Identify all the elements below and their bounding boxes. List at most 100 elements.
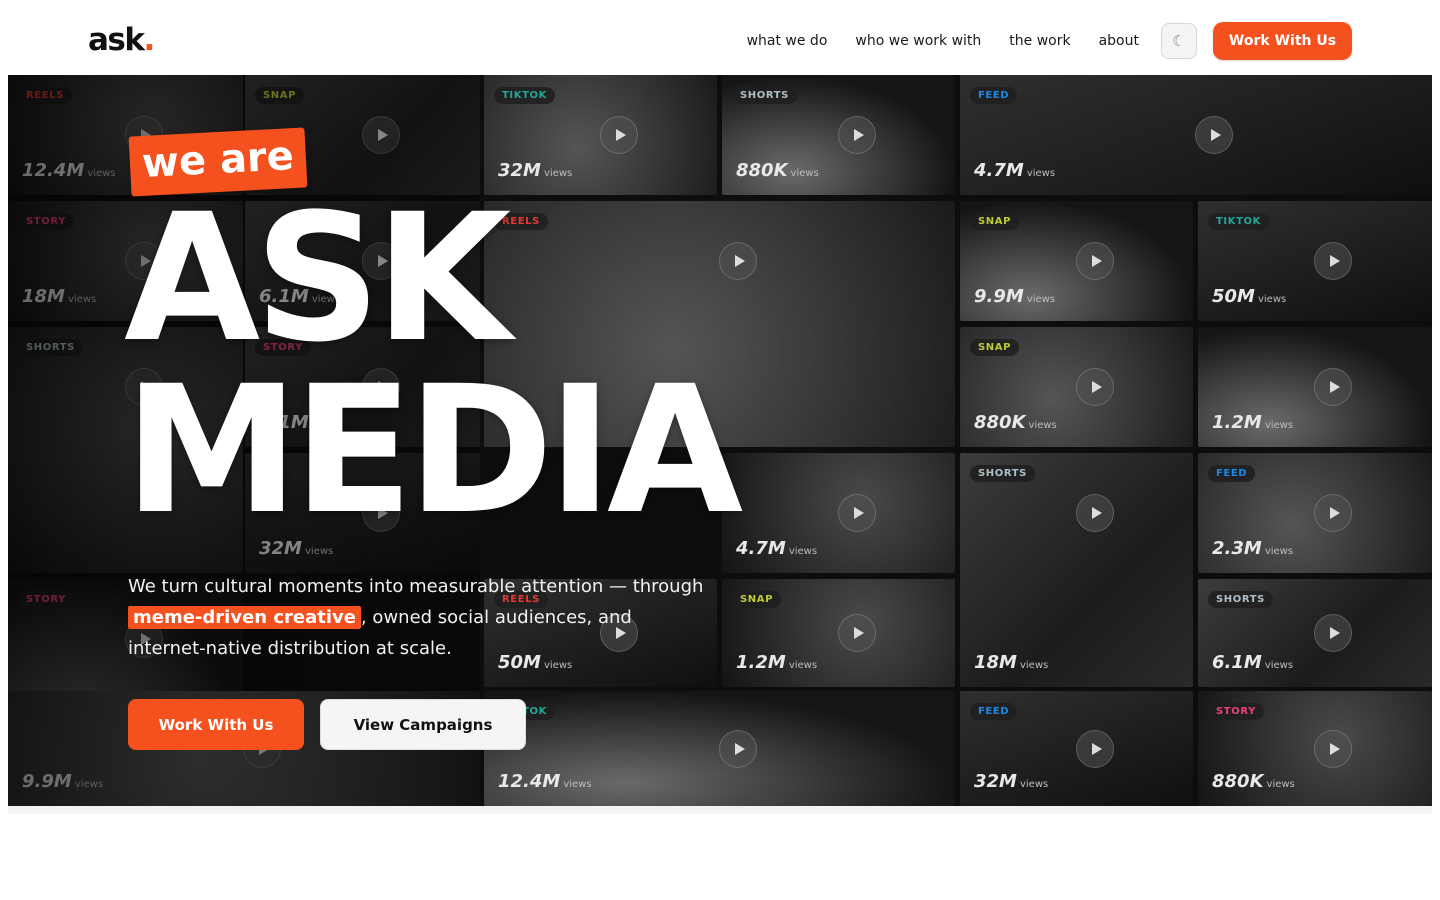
view-count-number: 6.1M: [1212, 652, 1262, 673]
view-count-number: 1.2M: [736, 652, 786, 673]
play-icon[interactable]: [599, 116, 638, 154]
logo-text: ask: [88, 22, 145, 58]
logo-dot: .: [143, 22, 156, 58]
view-count: 1.2M views: [736, 652, 817, 673]
view-count-unit: views: [1257, 294, 1287, 305]
view-count-number: 1.2M: [1212, 412, 1262, 433]
platform-badge: SHORTS: [1208, 591, 1273, 608]
hero-section: REELS 12.4M views SNAP TIKTOK 32M views SHORTS 8…: [8, 75, 1432, 806]
view-campaigns-button[interactable]: View Campaigns: [320, 699, 526, 750]
nav-what-we-do[interactable]: what we do: [747, 33, 828, 49]
view-count-number: 880K: [1212, 771, 1264, 792]
platform-badge: SNAP: [970, 213, 1020, 230]
view-count-number: 12.4M: [22, 160, 85, 181]
play-icon[interactable]: [1314, 614, 1352, 652]
view-count: 1.2M views: [1212, 412, 1293, 433]
logo[interactable]: ask.: [88, 20, 156, 60]
platform-badge: FEED: [970, 87, 1018, 104]
platform-badge: STORY: [18, 213, 74, 230]
view-count-unit: views: [1264, 420, 1294, 431]
platform-badge: SHORTS: [732, 87, 797, 104]
platform-badge: SNAP: [255, 87, 305, 104]
view-count: 18M views: [974, 652, 1048, 673]
video-tile[interactable]: SNAP 9.9M views: [960, 201, 1193, 321]
hero-description: We turn cultural moments into measurable…: [128, 571, 708, 664]
view-count: 50M views: [1212, 286, 1286, 307]
platform-badge: TIKTOK: [1208, 213, 1269, 230]
platform-badge: SHORTS: [18, 339, 83, 356]
play-icon[interactable]: [1075, 729, 1114, 768]
view-count-unit: views: [1266, 779, 1295, 790]
headline-line-1: ASK: [124, 176, 511, 381]
play-icon[interactable]: [837, 116, 876, 154]
view-count-number: 18M: [22, 286, 65, 307]
view-count-unit: views: [1026, 168, 1056, 179]
play-icon[interactable]: [837, 614, 876, 652]
play-icon[interactable]: [1314, 368, 1352, 406]
platform-badge: FEED: [1208, 465, 1256, 482]
view-count-number: 2.3M: [1212, 538, 1262, 559]
play-icon[interactable]: [1075, 368, 1114, 406]
play-icon[interactable]: [837, 494, 876, 532]
description-highlight: meme-driven creative: [128, 606, 361, 629]
view-count: 32M views: [974, 771, 1048, 792]
section-divider: [8, 806, 1432, 814]
video-tile[interactable]: SHORTS 880K views: [722, 75, 955, 195]
view-count-unit: views: [1264, 546, 1294, 557]
platform-badge: SNAP: [732, 591, 782, 608]
view-count: 32M views: [498, 160, 572, 181]
platform-badge: SHORTS: [970, 465, 1035, 482]
nav-the-work[interactable]: the work: [1009, 33, 1070, 49]
view-count-unit: views: [788, 660, 818, 671]
video-tile[interactable]: SNAP 1.2M views: [722, 579, 955, 687]
view-count-unit: views: [1028, 420, 1057, 431]
video-tile[interactable]: TIKTOK 50M views: [1198, 201, 1432, 321]
platform-badge: SNAP: [970, 339, 1020, 356]
view-count-number: 880K: [974, 412, 1026, 433]
video-tile[interactable]: STORY 880K views: [1198, 691, 1432, 806]
video-tile[interactable]: FEED 2.3M views: [1198, 453, 1432, 573]
work-with-us-nav-button[interactable]: Work With Us: [1213, 22, 1352, 60]
view-count-number: 9.9M: [974, 286, 1024, 307]
play-icon[interactable]: [1075, 242, 1114, 280]
view-count: 880K views: [974, 412, 1057, 433]
play-icon[interactable]: [1314, 729, 1352, 768]
view-count: 880K views: [1212, 771, 1295, 792]
play-icon[interactable]: [718, 729, 757, 768]
headline-line-2: MEDIA: [124, 348, 743, 553]
play-icon[interactable]: [361, 116, 400, 154]
view-count: 4.7M views: [736, 538, 817, 559]
video-tile[interactable]: TIKTOK12.4Mviews: [484, 691, 955, 806]
work-with-us-button[interactable]: Work With Us: [128, 699, 304, 750]
view-count: 9.9M views: [974, 286, 1055, 307]
platform-badge: STORY: [18, 591, 74, 608]
video-tile[interactable]: 1.2M views: [1198, 327, 1432, 447]
nav-about[interactable]: about: [1099, 33, 1139, 49]
platform-badge: TIKTOK: [494, 87, 555, 104]
play-icon[interactable]: [1314, 494, 1352, 532]
view-count-number: 18M: [974, 652, 1017, 673]
view-count: 9.9M views: [22, 771, 103, 792]
view-count: 6.1M views: [1212, 652, 1293, 673]
view-count-number: 32M: [974, 771, 1017, 792]
hero-headline: ASK MEDIA: [124, 176, 743, 553]
play-icon[interactable]: [1314, 242, 1352, 280]
video-tile[interactable]: TIKTOK 32M views: [484, 75, 717, 195]
view-count-unit: views: [543, 168, 573, 179]
video-tile[interactable]: SHORTS 18M views: [960, 453, 1193, 687]
play-icon[interactable]: [1075, 494, 1114, 532]
nav-who-we-work-with[interactable]: who we work with: [855, 33, 981, 49]
video-tile[interactable]: SNAP 880K views: [960, 327, 1193, 447]
platform-badge: REELS: [18, 87, 72, 104]
view-count: 2.3M views: [1212, 538, 1293, 559]
view-count-number: 4.7M: [736, 538, 786, 559]
platform-badge: STORY: [1208, 703, 1264, 720]
video-tile[interactable]: SHORTS 6.1M views: [1198, 579, 1432, 687]
play-icon[interactable]: [1195, 116, 1233, 154]
video-tile[interactable]: FEED 4.7M views: [960, 75, 1432, 195]
view-count-unit: views: [1026, 294, 1056, 305]
platform-badge: FEED: [970, 703, 1018, 720]
video-tile[interactable]: FEED 32M views: [960, 691, 1193, 806]
theme-toggle-button[interactable]: ☾: [1161, 23, 1197, 59]
video-tile[interactable]: 4.7M views: [722, 453, 955, 573]
